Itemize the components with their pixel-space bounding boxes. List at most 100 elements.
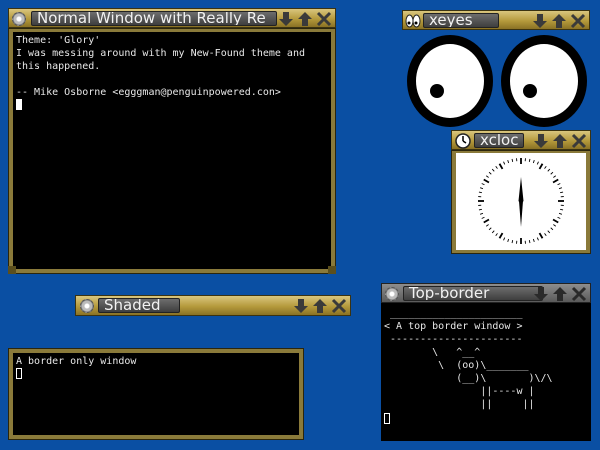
arrow-down-icon: [534, 287, 548, 301]
gear-icon[interactable]: [12, 12, 26, 26]
clock-tick: [491, 168, 495, 172]
clock-tick: [488, 227, 492, 231]
arrow-up-icon: [552, 14, 566, 28]
arrow-up-icon: [553, 134, 567, 148]
close-button[interactable]: [570, 285, 588, 303]
clock-icon[interactable]: [455, 133, 471, 149]
clock-tick: [507, 238, 510, 243]
border-only-window[interactable]: A border only window: [8, 348, 304, 440]
clock-tick: [488, 171, 492, 175]
clock-tick: [479, 187, 484, 190]
clock-tick: [511, 240, 514, 244]
right-pupil: [523, 84, 537, 98]
minimize-button[interactable]: [292, 297, 310, 315]
minimize-button[interactable]: [531, 12, 549, 30]
clock-tick: [544, 165, 547, 169]
xclock-window[interactable]: xcloc: [451, 130, 591, 254]
shaded-title: Shaded: [98, 298, 180, 313]
normal-window-titlebar[interactable]: Normal Window with Really Re: [8, 8, 336, 28]
border-only-terminal[interactable]: A border only window: [13, 353, 299, 435]
close-button[interactable]: [330, 297, 348, 315]
ascii-line: \ (oo)\_______: [384, 360, 529, 371]
clock-tick: [557, 183, 561, 186]
clock-tick: [498, 232, 504, 239]
clock-tick: [536, 161, 539, 165]
analog-clock: [478, 158, 564, 244]
maximize-button[interactable]: [311, 297, 329, 315]
clock-tick: [538, 232, 544, 239]
clock-tick: [547, 168, 551, 172]
xeyes-window[interactable]: xeyes: [402, 10, 590, 130]
terminal-line: this happened.: [16, 61, 101, 72]
ascii-line: ||----w |: [384, 386, 535, 397]
top-border-window[interactable]: Top-border ______________________ < A top…: [381, 283, 591, 441]
close-button[interactable]: [315, 10, 333, 28]
xclock-title: xcloc: [474, 133, 524, 148]
arrow-up-icon: [313, 299, 327, 313]
clock-tick: [481, 216, 485, 219]
clock-tick: [503, 161, 506, 165]
clock-tick: [547, 230, 551, 234]
gear-icon[interactable]: [80, 299, 94, 313]
clock-tick: [552, 178, 559, 184]
maximize-button[interactable]: [296, 10, 314, 28]
clock-face-area: [456, 153, 586, 250]
eyes-icon[interactable]: [405, 14, 421, 28]
clock-tick: [481, 183, 485, 186]
clock-tick: [498, 163, 504, 170]
clock-tick: [495, 165, 498, 169]
shaded-title-text: Shaded: [104, 298, 161, 313]
terminal-line: -- Mike Osborne <egggman@penguinpowered.…: [16, 87, 281, 98]
clock-tick: [550, 227, 554, 231]
xeyes-titlebar[interactable]: xeyes: [402, 10, 590, 30]
xeyes-title: xeyes: [423, 13, 499, 28]
maximize-button[interactable]: [551, 132, 569, 150]
minimize-button[interactable]: [277, 10, 295, 28]
terminal-line: A border only window: [16, 356, 137, 367]
clock-tick: [560, 191, 564, 194]
clock-tick: [511, 158, 514, 162]
resize-handle[interactable]: [328, 266, 336, 274]
clock-tick: [532, 159, 535, 164]
shaded-window[interactable]: Shaded: [75, 295, 351, 316]
clock-tick: [532, 238, 535, 243]
arrow-down-icon: [533, 14, 547, 28]
xclock-titlebar[interactable]: xcloc: [451, 130, 591, 150]
arrow-down-icon: [534, 134, 548, 148]
clock-tick: [478, 208, 482, 211]
desktop: { "colors": { "desktop": "#0a4fa3", "fra…: [0, 0, 600, 450]
ascii-line: ______________________: [384, 308, 523, 319]
normal-window-title: Normal Window with Really Re: [31, 11, 277, 26]
close-x-icon: [316, 11, 332, 27]
clock-tick: [507, 159, 510, 164]
ascii-line: < A top border window >: [384, 321, 523, 332]
close-button[interactable]: [569, 12, 587, 30]
terminal-line: Theme: 'Glory': [16, 35, 101, 46]
normal-window[interactable]: Normal Window with Really Re Theme: 'Glo…: [8, 8, 336, 274]
maximize-button[interactable]: [551, 285, 569, 303]
left-pupil: [430, 84, 444, 98]
top-border-titlebar[interactable]: Top-border: [381, 283, 591, 303]
clock-tick: [557, 216, 561, 219]
arrow-down-icon: [279, 12, 293, 26]
clock-tick: [491, 230, 495, 234]
close-x-icon: [571, 133, 587, 149]
minimize-button[interactable]: [532, 132, 550, 150]
resize-handle[interactable]: [8, 266, 16, 274]
xeyes-title-text: xeyes: [429, 13, 473, 28]
clock-tick: [538, 163, 544, 170]
gear-icon[interactable]: [385, 287, 399, 301]
maximize-button[interactable]: [550, 12, 568, 30]
clock-tick: [552, 218, 559, 224]
top-border-title: Top-border: [403, 286, 543, 301]
top-border-terminal[interactable]: ______________________ < A top border win…: [381, 303, 591, 441]
close-button[interactable]: [570, 132, 588, 150]
clock-minute-hand: [519, 197, 523, 227]
ascii-line: \ ^__^: [384, 347, 481, 358]
minimize-button[interactable]: [532, 285, 550, 303]
ascii-line: || ||: [384, 399, 535, 410]
shaded-titlebar[interactable]: Shaded: [75, 295, 351, 316]
normal-window-terminal[interactable]: Theme: 'Glory' I was messing around with …: [13, 32, 331, 269]
clock-tick: [558, 212, 563, 215]
